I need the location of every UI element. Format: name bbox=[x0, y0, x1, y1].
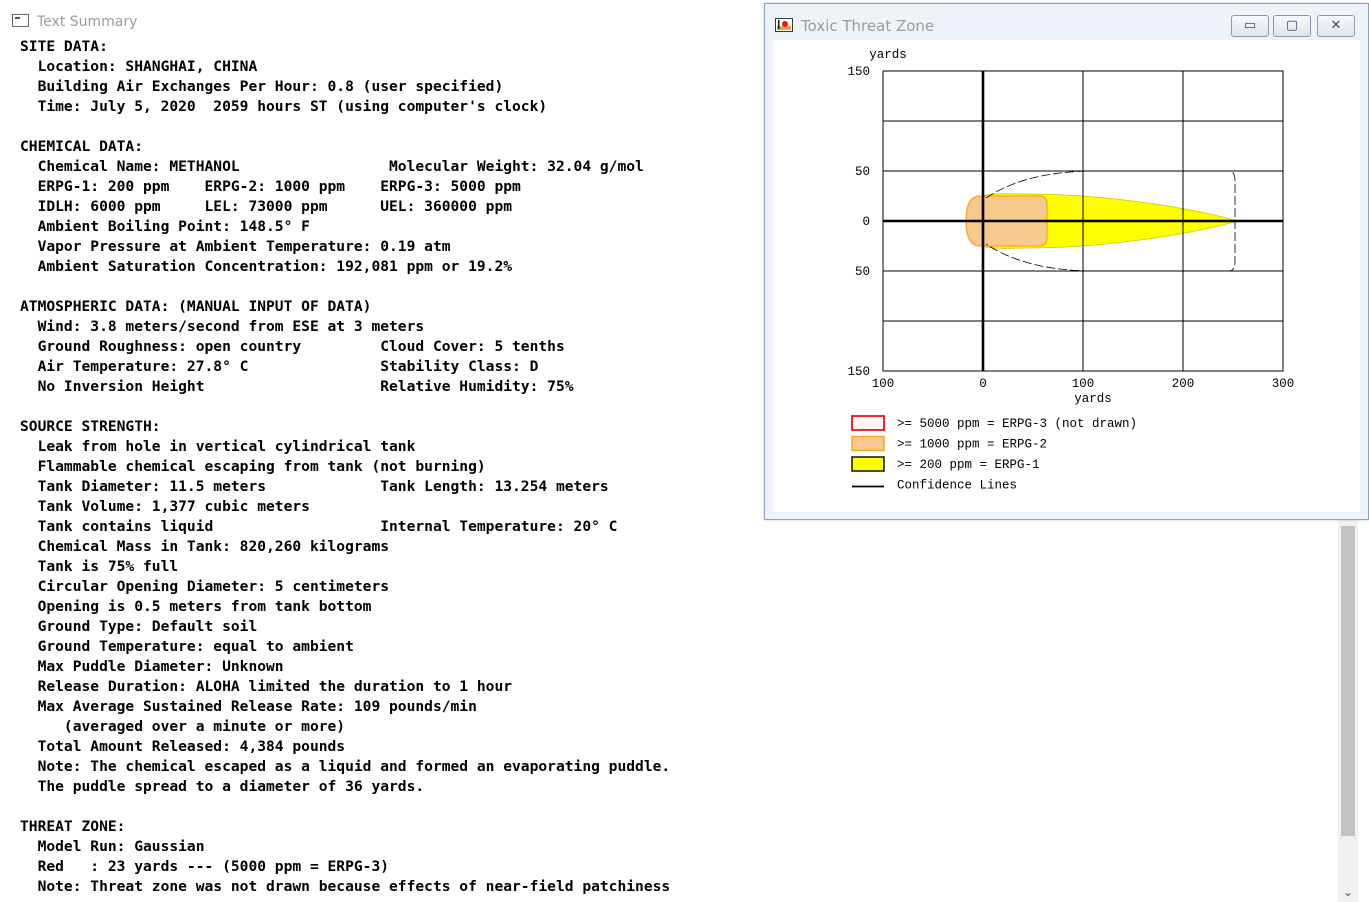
summary-line: Note: The chemical escaped as a liquid a… bbox=[20, 758, 671, 775]
summary-line: The puddle spread to a diameter of 36 ya… bbox=[20, 778, 425, 795]
summary-line: Release Duration: ALOHA limited the dura… bbox=[20, 678, 513, 695]
y-tick-label: 150 bbox=[847, 365, 870, 379]
maximize-button[interactable]: ▢ bbox=[1273, 15, 1311, 37]
minimize-button[interactable]: ▭ bbox=[1231, 15, 1269, 37]
summary-line: Tank is 75% full bbox=[20, 558, 179, 575]
summary-line: Ground Type: Default soil bbox=[20, 618, 258, 635]
close-button[interactable]: ✕ bbox=[1317, 15, 1355, 37]
summary-line: Max Puddle Diameter: Unknown bbox=[20, 658, 284, 675]
legend-label: Confidence Lines bbox=[897, 479, 1017, 493]
summary-line: Max Average Sustained Release Rate: 109 … bbox=[20, 698, 477, 715]
summary-line: THREAT ZONE: bbox=[20, 818, 126, 835]
legend-label: >= 5000 ppm = ERPG-3 (not drawn) bbox=[897, 417, 1137, 431]
threat-zone-titlebar[interactable]: Toxic Threat Zone ▭ ▢ ✕ bbox=[765, 4, 1368, 38]
summary-line: Ground Temperature: equal to ambient bbox=[20, 638, 354, 655]
threat-zone-plot-area: yards 150 50 0 50 150 100 0 100 200 300 yards >= 500… bbox=[773, 40, 1360, 512]
summary-line: Circular Opening Diameter: 5 centimeters bbox=[20, 578, 390, 595]
threat-zone-chart: yards15050050150100 0 100 200 300yards>= 500… bbox=[847, 48, 1295, 493]
summary-line: Note: Threat zone was not drawn because … bbox=[20, 878, 671, 895]
summary-line bbox=[20, 797, 1330, 817]
y-tick-label: 0 bbox=[862, 215, 870, 229]
y-tick-label: 50 bbox=[855, 265, 870, 279]
legend-swatch-erpg2 bbox=[851, 435, 885, 452]
legend-swatch-erpg3 bbox=[851, 415, 885, 431]
x-tick-label: 100 bbox=[872, 377, 895, 391]
y-tick-label: 150 bbox=[847, 65, 870, 79]
summary-line: Red : 23 yards --- (5000 ppm = ERPG-3) bbox=[20, 858, 390, 875]
legend-swatch-erpg1 bbox=[851, 456, 885, 472]
window-title: Text Summary bbox=[37, 14, 138, 30]
scrollbar-thumb[interactable] bbox=[1341, 526, 1355, 836]
y-tick-label: 50 bbox=[855, 165, 870, 179]
x-tick-label: 200 bbox=[1172, 377, 1195, 391]
x-axis-unit-label: yards bbox=[1074, 392, 1112, 406]
summary-line: Opening is 0.5 meters from tank bottom bbox=[20, 598, 372, 615]
window-icon bbox=[12, 14, 29, 27]
summary-line: (averaged over a minute or more) bbox=[20, 718, 346, 735]
threat-zone-icon bbox=[775, 18, 793, 32]
scroll-down-icon[interactable]: ⌄ bbox=[1340, 884, 1356, 900]
legend-label: >= 1000 ppm = ERPG-2 bbox=[897, 438, 1047, 452]
summary-line: Chemical Mass in Tank: 820,260 kilograms bbox=[20, 538, 390, 555]
legend-label: >= 200 ppm = ERPG-1 bbox=[897, 458, 1040, 472]
x-tick-label: 100 bbox=[1072, 377, 1095, 391]
summary-line: Tank contains liquid Internal Temperatur… bbox=[20, 518, 618, 535]
summary-line: Model Run: Gaussian bbox=[20, 838, 205, 855]
x-tick-label: 300 bbox=[1272, 377, 1295, 391]
summary-line: Total Amount Released: 4,384 pounds bbox=[20, 738, 346, 755]
toxic-threat-zone-window: Toxic Threat Zone ▭ ▢ ✕ yards 150 50 0 50 150… bbox=[764, 3, 1369, 520]
threat-zone-title: Toxic Threat Zone bbox=[801, 17, 935, 35]
x-tick-label: 0 bbox=[979, 377, 987, 391]
y-axis-unit-label: yards bbox=[869, 48, 907, 62]
